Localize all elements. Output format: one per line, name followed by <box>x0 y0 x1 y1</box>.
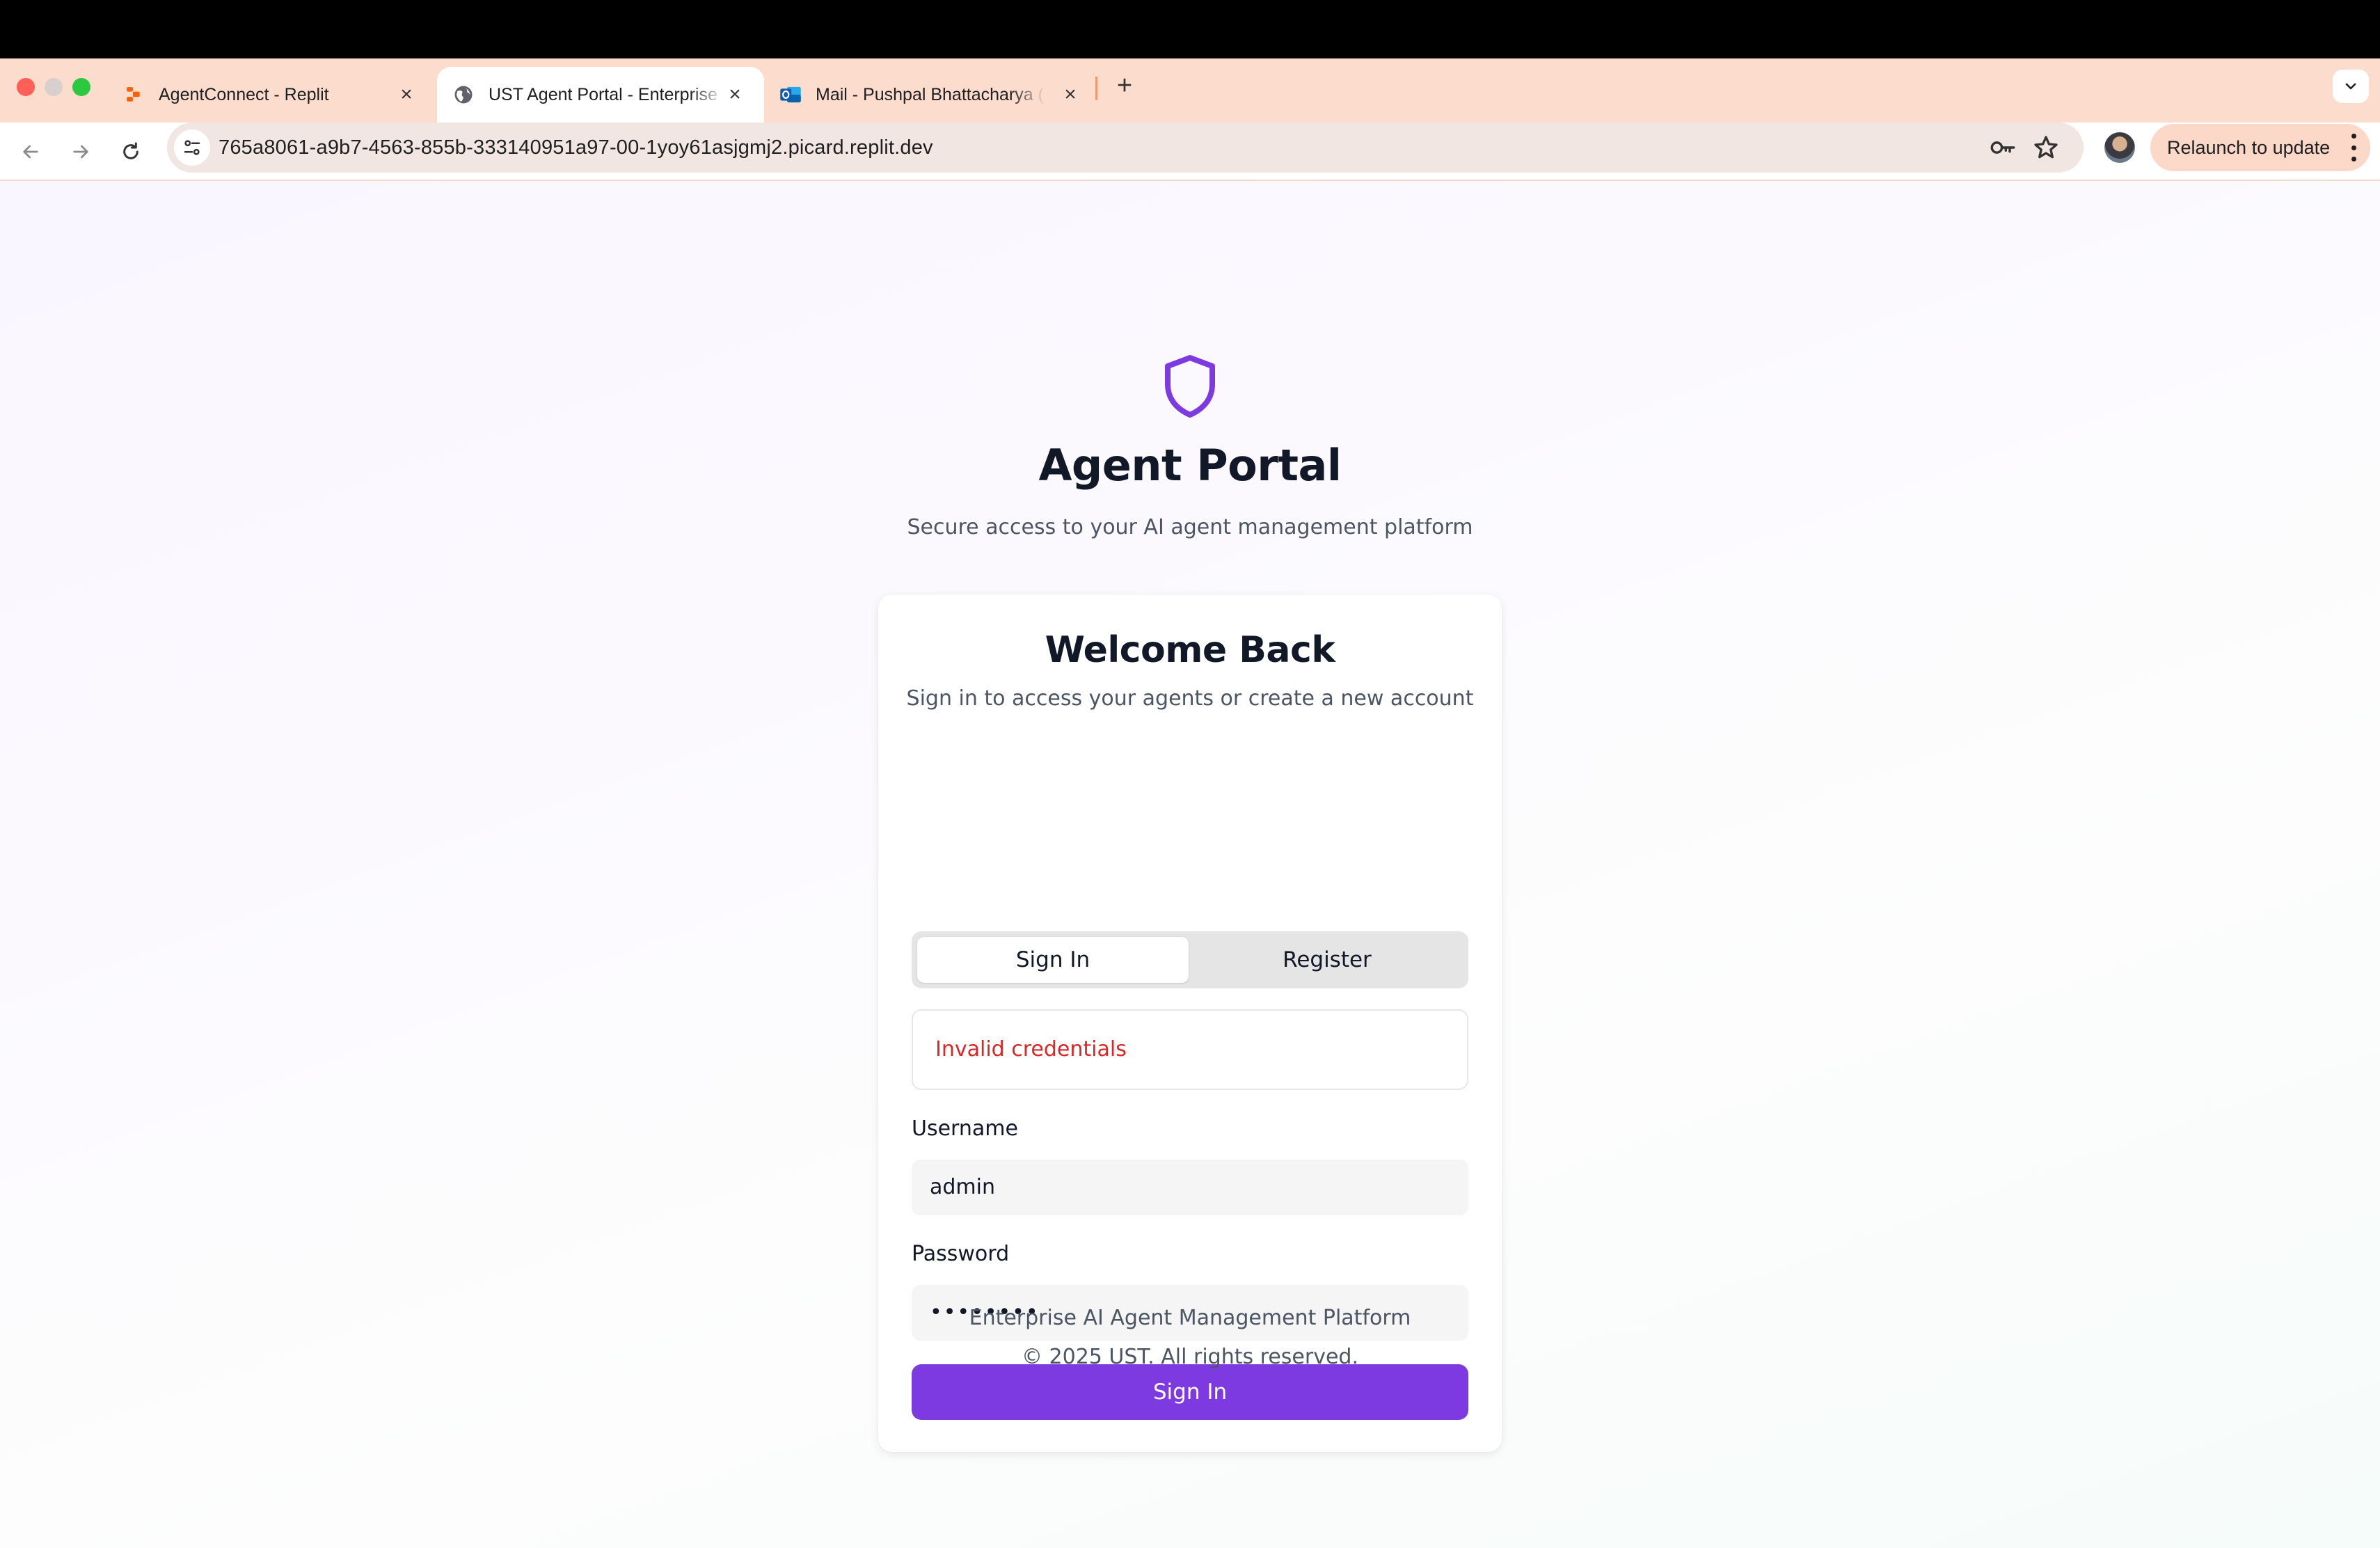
tab-register[interactable]: Register <box>1191 937 1463 983</box>
footer-copyright: © 2025 UST. All rights reserved. <box>1022 1345 1358 1369</box>
sign-in-button[interactable]: Sign In <box>912 1364 1468 1420</box>
tab-title: AgentConnect - Replit <box>159 84 329 104</box>
close-tab-icon[interactable]: × <box>722 82 747 107</box>
replit-icon <box>122 84 145 106</box>
browser-tab-agentconnect[interactable]: AgentConnect - Replit × <box>122 67 436 123</box>
arrow-right-icon <box>73 145 88 159</box>
reload-button[interactable] <box>114 135 148 168</box>
tab-sign-in[interactable]: Sign In <box>917 937 1189 983</box>
tab-title: UST Agent Portal - Enterprise <box>489 84 717 104</box>
shield-icon <box>1165 355 1215 418</box>
password-key-icon[interactable] <box>1989 135 2017 160</box>
back-button[interactable] <box>14 135 47 168</box>
profile-avatar[interactable] <box>2104 132 2135 163</box>
address-bar[interactable]: 765a8061-a9b7-4563-855b-333140951a97-00-… <box>167 123 2084 173</box>
close-window-button[interactable] <box>17 78 35 96</box>
relaunch-label: Relaunch to update <box>2167 136 2331 158</box>
card-subtitle: Sign in to access your agents or create … <box>906 686 1474 711</box>
relaunch-button[interactable]: Relaunch to update <box>2150 124 2370 171</box>
username-input[interactable]: admin <box>912 1160 1468 1215</box>
page-body: Agent Portal Secure access to your AI ag… <box>0 181 2380 1548</box>
username-label: Username <box>912 1116 1018 1141</box>
footer-tagline: Enterprise AI Agent Management Platform <box>969 1306 1411 1330</box>
url-text[interactable]: 765a8061-a9b7-4563-855b-333140951a97-00-… <box>219 123 933 173</box>
forward-button[interactable] <box>64 135 97 168</box>
zoom-window-button[interactable] <box>72 78 90 96</box>
close-tab-icon[interactable]: × <box>1058 82 1083 107</box>
site-info-button[interactable] <box>174 129 210 166</box>
tab-title: Mail - Pushpal Bhattacharya (U <box>816 84 1045 104</box>
browser-toolbar: 765a8061-a9b7-4563-855b-333140951a97-00-… <box>0 123 2380 181</box>
auth-tabs: Sign In Register <box>912 931 1468 988</box>
menu-bar <box>0 0 2380 58</box>
card-title: Welcome Back <box>1045 629 1335 671</box>
tab-search-button[interactable] <box>2333 70 2369 103</box>
more-menu-icon[interactable] <box>2349 134 2358 161</box>
close-tab-icon[interactable]: × <box>394 82 419 107</box>
browser-tab-mail[interactable]: Mail - Pushpal Bhattacharya (U × <box>779 67 1100 123</box>
reload-icon <box>123 142 138 159</box>
chevron-down-icon <box>2345 83 2356 90</box>
page-subtitle: Secure access to your AI agent managemen… <box>907 515 1473 539</box>
page-title: Agent Portal <box>1038 440 1342 491</box>
outlook-icon <box>779 84 802 106</box>
globe-icon <box>452 84 475 106</box>
password-label: Password <box>912 1242 1010 1266</box>
bookmark-star-icon[interactable] <box>2032 134 2060 161</box>
tune-icon <box>184 140 200 155</box>
tab-divider <box>1095 77 1097 100</box>
arrow-left-icon <box>23 145 38 159</box>
error-message: Invalid credentials <box>935 1037 1127 1061</box>
new-tab-button[interactable]: + <box>1111 72 1139 100</box>
browser-tab-agent-portal[interactable]: UST Agent Portal - Enterprise × <box>437 67 764 123</box>
error-alert: Invalid credentials <box>912 1009 1468 1090</box>
minimize-window-button[interactable] <box>45 78 63 96</box>
